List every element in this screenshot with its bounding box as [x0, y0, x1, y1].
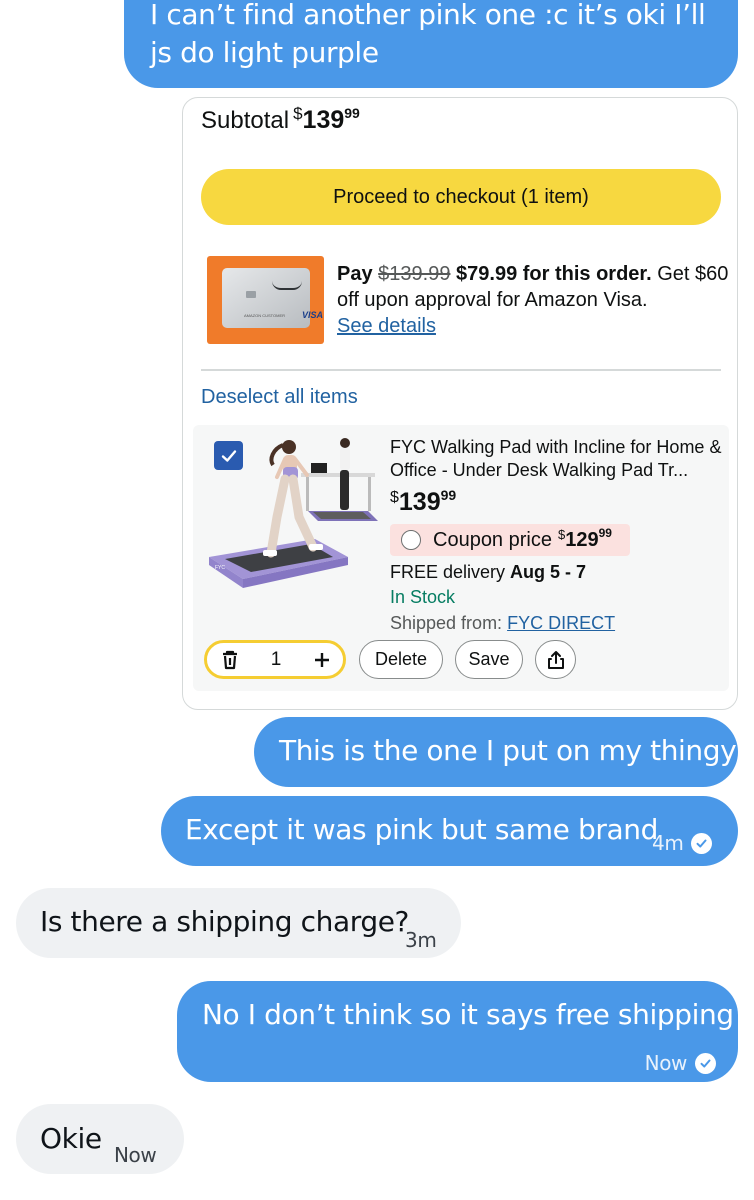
- message-time: Now: [644, 1051, 688, 1075]
- delivery-date: Aug 5 - 7: [510, 562, 587, 582]
- coupon-currency: $: [557, 526, 566, 542]
- delete-button[interactable]: Delete: [359, 640, 443, 679]
- message-text: This is the one I put on my thingy: [279, 734, 737, 767]
- cart-item: FYC FYC Walking Pad with Incline for Hom…: [193, 425, 729, 691]
- card-holder-name: AMAZON CUSTOMER: [244, 313, 286, 318]
- read-check-icon: [691, 832, 713, 854]
- delivery-info: FREE delivery Aug 5 - 7: [390, 562, 586, 583]
- share-icon: [547, 650, 564, 669]
- product-price: $13999: [390, 487, 457, 517]
- promo-new-price: $79.99 for this order.: [456, 263, 652, 285]
- subtotal-cents: 99: [344, 105, 360, 121]
- see-details-link[interactable]: See details: [337, 315, 436, 337]
- subtotal: Subtotal $13999: [201, 104, 360, 135]
- price-whole: 139: [398, 488, 441, 516]
- message-meta: 4m: [652, 824, 713, 862]
- read-check-icon: [695, 1052, 716, 1074]
- visa-promo-text: Pay $139.99 $79.99 for this order. Get $…: [337, 261, 729, 339]
- message-time: 4m: [652, 831, 684, 855]
- subtotal-currency: $: [293, 104, 303, 123]
- delivery-prefix: FREE delivery: [390, 562, 506, 582]
- share-button[interactable]: [535, 640, 576, 679]
- message-bubble-incoming[interactable]: Okie Now: [16, 1104, 184, 1174]
- coupon-whole: 129: [565, 528, 599, 551]
- message-meta: Now: [114, 1136, 157, 1174]
- save-for-later-button[interactable]: Save: [455, 640, 523, 679]
- amazon-visa-card-image: AMAZON CUSTOMER VISA: [207, 256, 324, 344]
- subtotal-label: Subtotal: [201, 107, 290, 134]
- coupon-checkbox[interactable]: [401, 530, 421, 550]
- item-select-checkbox[interactable]: [214, 441, 243, 470]
- stock-status: In Stock: [390, 587, 456, 607]
- checkmark-icon: [221, 449, 236, 462]
- price-currency: $: [390, 489, 399, 506]
- message-meta: 3m: [405, 921, 437, 959]
- promo-pay: Pay: [337, 263, 373, 285]
- message-bubble-outgoing[interactable]: I can’t find another pink one :c it’s ok…: [124, 0, 738, 88]
- message-text: Except it was pink but same brand: [185, 813, 658, 846]
- trash-icon[interactable]: [221, 650, 239, 670]
- deselect-all-items-link[interactable]: Deselect all items: [201, 386, 358, 409]
- message-bubble-outgoing[interactable]: No I don’t think so it says free shippin…: [177, 981, 738, 1082]
- message-text: No I don’t think so it says free shippin…: [202, 998, 734, 1031]
- proceed-to-checkout-button[interactable]: Proceed to checkout (1 item): [201, 169, 721, 225]
- card-chip-icon: [246, 291, 256, 298]
- quantity-stepper[interactable]: 1: [204, 640, 346, 679]
- shipped-from-label: Shipped from:: [390, 613, 503, 633]
- shipped-from: Shipped from: FYC DIRECT: [390, 613, 615, 634]
- coupon-cents: 99: [598, 526, 612, 540]
- amazon-smile-logo: [272, 281, 302, 290]
- plus-icon[interactable]: [313, 651, 331, 669]
- promo-old-price: $139.99: [378, 263, 451, 285]
- message-text: Okie: [40, 1122, 102, 1155]
- coupon-label: Coupon price: [433, 528, 552, 551]
- seller-link[interactable]: FYC DIRECT: [507, 613, 615, 633]
- cart-screenshot[interactable]: Subtotal $13999 Proceed to checkout (1 it…: [182, 97, 738, 710]
- message-bubble-outgoing[interactable]: This is the one I put on my thingy: [254, 717, 738, 787]
- subtotal-whole: 139: [302, 106, 345, 134]
- message-text: Is there a shipping charge?: [40, 905, 410, 938]
- visa-logo: VISA: [302, 310, 324, 320]
- credit-card-icon: AMAZON CUSTOMER VISA: [222, 268, 323, 328]
- divider: [201, 369, 721, 371]
- price-cents: 99: [440, 487, 457, 503]
- message-time: Now: [114, 1143, 157, 1167]
- quantity-value: 1: [270, 648, 282, 670]
- message-bubble-outgoing[interactable]: Except it was pink but same brand 4m: [161, 796, 738, 866]
- message-meta: Now: [645, 1044, 716, 1082]
- message-bubble-incoming[interactable]: Is there a shipping charge? 3m: [16, 888, 461, 958]
- svg-text:FYC: FYC: [215, 565, 225, 571]
- coupon-toggle[interactable]: Coupon price $129 99: [390, 524, 630, 556]
- product-title-link[interactable]: FYC Walking Pad with Incline for Home & …: [390, 436, 722, 482]
- message-text: I can’t find another pink one :c it’s ok…: [150, 0, 706, 69]
- message-time: 3m: [405, 928, 437, 952]
